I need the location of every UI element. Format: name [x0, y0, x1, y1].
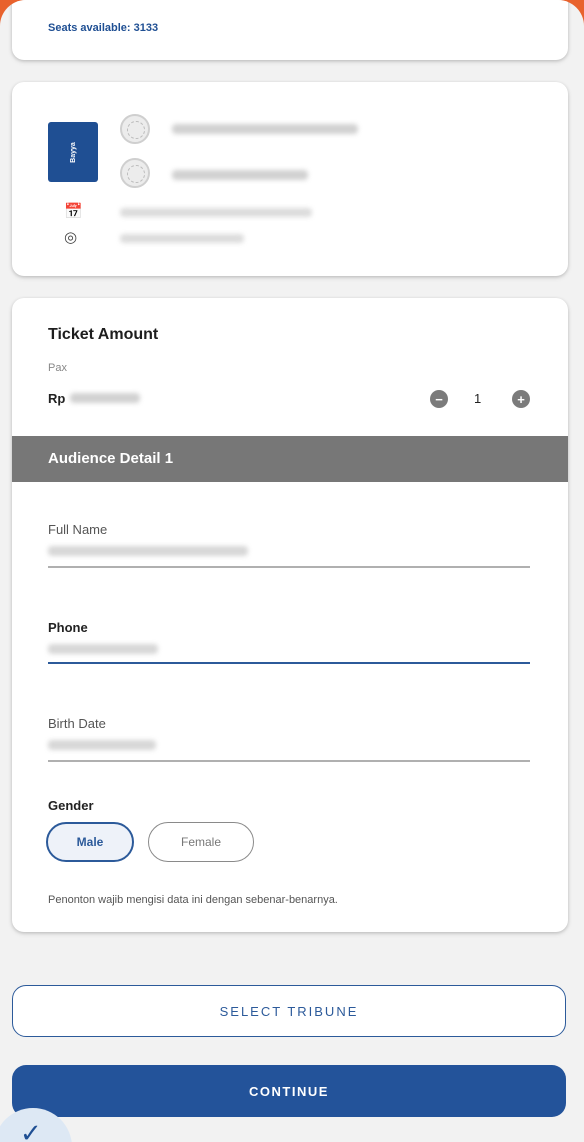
- seats-available-text: Seats available: 3133: [48, 22, 159, 34]
- check-icon: ✓: [20, 1118, 42, 1142]
- gender-female-chip[interactable]: Female: [148, 822, 254, 862]
- location-pin-icon: ◎: [64, 229, 78, 246]
- disclaimer-text: Penonton wajib mengisi data ini dengan s…: [48, 894, 338, 906]
- gender-male-chip[interactable]: Male: [46, 822, 134, 862]
- event-logo-text: Bayya: [69, 141, 77, 163]
- birth-date-field[interactable]: [48, 760, 530, 762]
- team-home-name-redacted: [172, 124, 358, 134]
- audience-detail-title: Audience Detail 1: [48, 450, 174, 467]
- event-card[interactable]: Bayya 📅 ◎: [12, 82, 568, 276]
- screen: Seats available: 3133 Bayya 📅 ◎ Ticket A…: [0, 0, 584, 1142]
- decrease-quantity-button[interactable]: −: [430, 390, 448, 408]
- phone-label: Phone: [48, 620, 88, 635]
- select-tribune-button[interactable]: SELECT TRIBUNE: [12, 985, 566, 1037]
- seats-card: Seats available: 3133: [12, 0, 568, 60]
- quantity-value: 1: [474, 391, 482, 406]
- ticket-amount-title: Ticket Amount: [48, 326, 159, 343]
- audience-detail-header: Audience Detail 1: [12, 436, 568, 482]
- phone-field[interactable]: [48, 662, 530, 664]
- full-name-label: Full Name: [48, 522, 108, 537]
- ticket-card: Ticket Amount Pax Rp − 1 + Audience Deta…: [12, 298, 568, 932]
- pax-label: Pax: [48, 362, 67, 374]
- price-prefix: Rp: [48, 391, 66, 406]
- full-name-value-redacted[interactable]: [48, 546, 248, 556]
- gender-label: Gender: [48, 798, 94, 813]
- ticket-price-redacted: [70, 393, 140, 403]
- event-date-redacted: [120, 208, 312, 217]
- full-name-field[interactable]: [48, 566, 530, 568]
- calendar-icon: 📅: [64, 203, 83, 220]
- team-away-logo: [120, 158, 150, 188]
- birth-date-value-redacted[interactable]: [48, 740, 156, 750]
- birth-date-label: Birth Date: [48, 716, 106, 731]
- team-away-name-redacted: [172, 170, 308, 180]
- continue-button[interactable]: CONTINUE: [12, 1065, 566, 1117]
- event-logo: Bayya: [48, 122, 98, 182]
- event-venue-redacted: [120, 234, 244, 243]
- phone-value-redacted[interactable]: [48, 644, 158, 654]
- increase-quantity-button[interactable]: +: [512, 390, 530, 408]
- team-home-logo: [120, 114, 150, 144]
